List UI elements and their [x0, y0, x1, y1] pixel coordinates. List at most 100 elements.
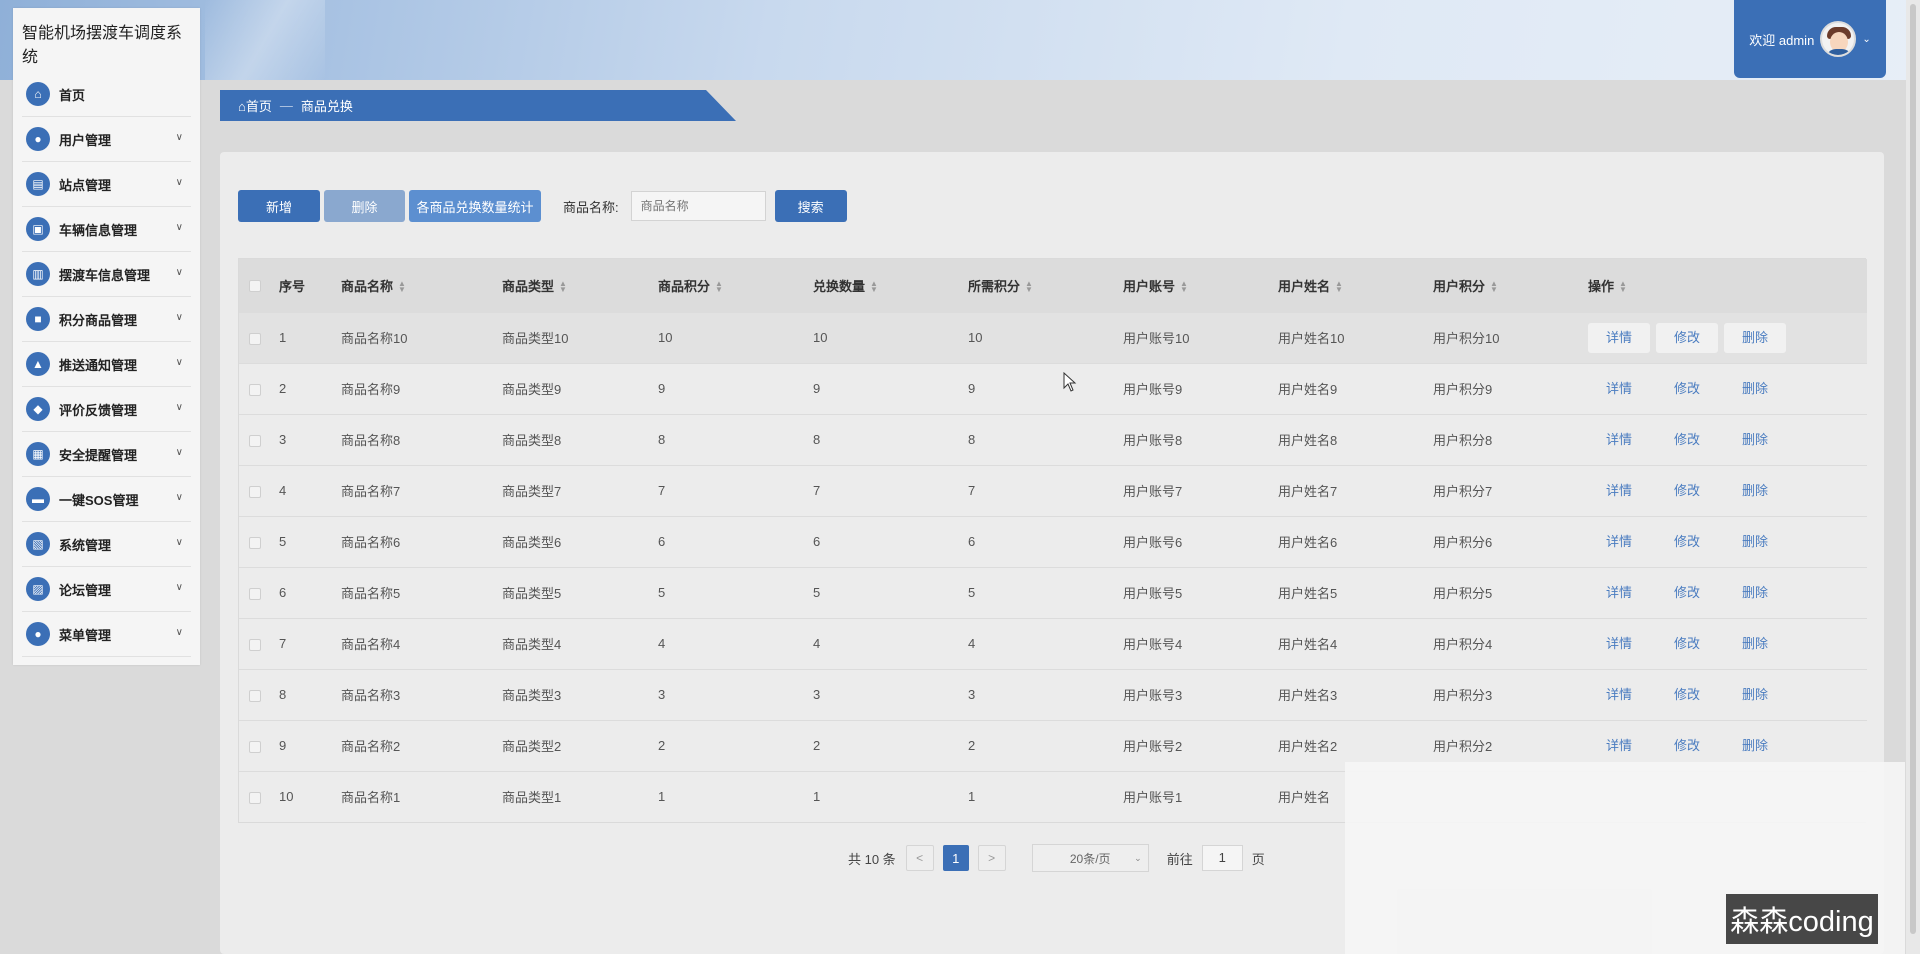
edit-button[interactable]: 修改 [1656, 527, 1718, 557]
delete-row-button[interactable]: 删除 [1724, 578, 1786, 608]
delete-row-button[interactable]: 删除 [1724, 731, 1786, 761]
sort-icon[interactable]: ▲ ▼ [870, 280, 878, 294]
sidebar-item-10[interactable]: ▧ 系统管理 ∨ [22, 522, 191, 567]
edit-button[interactable]: 修改 [1656, 731, 1718, 761]
sort-icon[interactable]: ▲ ▼ [1180, 280, 1188, 294]
col-header[interactable]: 兑换数量 ▲ ▼ [813, 259, 968, 312]
scrollbar-thumb[interactable] [1910, 4, 1916, 934]
stats-button[interactable]: 各商品兑换数量统计 [409, 190, 541, 222]
sidebar-item-12[interactable]: ● 菜单管理 ∨ [22, 612, 191, 657]
row-checkbox[interactable] [249, 689, 261, 702]
table-row[interactable]: 6 商品名称5 商品类型5 5 5 5 用户账号5 用户姓名5 用户积分5 详情 修改 删除 [239, 567, 1867, 618]
col-header[interactable]: 用户积分 ▲ ▼ [1433, 259, 1588, 312]
detail-button[interactable]: 详情 [1588, 731, 1650, 761]
sort-icon[interactable]: ▲ ▼ [398, 280, 406, 294]
row-checkbox[interactable] [249, 536, 261, 549]
goto-page-input[interactable]: 1 [1201, 845, 1243, 871]
col-header[interactable]: 所需积分 ▲ ▼ [968, 259, 1123, 312]
sidebar-item-0[interactable]: ⌂ 首页 [22, 72, 191, 117]
delete-row-button[interactable]: 删除 [1724, 322, 1786, 353]
sort-icon[interactable]: ▲ ▼ [1025, 280, 1033, 294]
detail-button[interactable]: 详情 [1588, 476, 1650, 506]
table-row[interactable]: 2 商品名称9 商品类型9 9 9 9 用户账号9 用户姓名9 用户积分9 详情 修改 删除 [239, 363, 1867, 414]
delete-row-button[interactable]: 删除 [1724, 680, 1786, 710]
row-checkbox[interactable] [249, 332, 261, 345]
col-header[interactable]: 操作 ▲ ▼ [1588, 259, 1867, 312]
sidebar-item-1[interactable]: ● 用户管理 ∨ [22, 117, 191, 162]
edit-button[interactable]: 修改 [1656, 680, 1718, 710]
sort-icon[interactable]: ▲ ▼ [1335, 280, 1343, 294]
table-cell: 商品类型6 [502, 535, 562, 550]
table-row[interactable]: 3 商品名称8 商品类型8 8 8 8 用户账号8 用户姓名8 用户积分8 详情 修改 删除 [239, 414, 1867, 465]
table-row[interactable]: 4 商品名称7 商品类型7 7 7 7 用户账号7 用户姓名7 用户积分7 详情 修改 删除 [239, 465, 1867, 516]
edit-button[interactable]: 修改 [1656, 425, 1718, 455]
page-scrollbar[interactable] [1906, 0, 1920, 954]
col-header[interactable]: 用户姓名 ▲ ▼ [1278, 259, 1433, 312]
detail-button[interactable]: 详情 [1588, 680, 1650, 710]
avatar[interactable] [1820, 21, 1857, 57]
sort-icon[interactable]: ▲ ▼ [1619, 280, 1627, 294]
row-checkbox[interactable] [249, 383, 261, 396]
row-checkbox[interactable] [249, 791, 261, 804]
sidebar-item-7[interactable]: ◆ 评价反馈管理 ∨ [22, 387, 191, 432]
sidebar-item-4[interactable]: ▥ 摆渡车信息管理 ∨ [22, 252, 191, 297]
search-button[interactable]: 搜索 [774, 190, 847, 222]
detail-button[interactable]: 详情 [1588, 322, 1650, 353]
sidebar-item-11[interactable]: ▨ 论坛管理 ∨ [22, 567, 191, 612]
edit-button[interactable]: 修改 [1656, 578, 1718, 608]
delete-row-button[interactable]: 删除 [1724, 374, 1786, 404]
chevron-down-icon[interactable]: ⌄ [1862, 34, 1870, 45]
breadcrumb-home[interactable]: 首页 [246, 99, 272, 114]
edit-button[interactable]: 修改 [1656, 374, 1718, 404]
sort-icon[interactable]: ▲ ▼ [559, 280, 567, 294]
search-input[interactable] [630, 191, 766, 221]
edit-button[interactable]: 修改 [1656, 476, 1718, 506]
sidebar-item-8[interactable]: ▦ 安全提醒管理 ∨ [22, 432, 191, 477]
delete-button[interactable]: 删除 [324, 190, 405, 222]
sidebar-item-2[interactable]: ▤ 站点管理 ∨ [22, 162, 191, 207]
table-row[interactable]: 5 商品名称6 商品类型6 6 6 6 用户账号6 用户姓名6 用户积分6 详情 修改 删除 [239, 516, 1867, 567]
detail-button[interactable]: 详情 [1588, 527, 1650, 557]
prev-page-button[interactable]: < [905, 845, 934, 871]
table-row[interactable]: 8 商品名称3 商品类型3 3 3 3 用户账号3 用户姓名3 用户积分3 详情 修改 删除 [239, 669, 1867, 720]
edit-button[interactable]: 修改 [1656, 629, 1718, 659]
col-header[interactable]: 商品名称 ▲ ▼ [341, 259, 502, 312]
forum-icon: ▨ [26, 577, 50, 601]
station-icon: ▤ [26, 172, 50, 196]
table-cell: 用户账号4 [1123, 637, 1183, 652]
col-header[interactable]: 商品类型 ▲ ▼ [502, 259, 658, 312]
detail-button[interactable]: 详情 [1588, 425, 1650, 455]
table-row[interactable]: 1 商品名称10 商品类型10 10 10 10 用户账号10 用户姓名10 用户积分10 详情修… [239, 312, 1867, 363]
delete-row-button[interactable]: 删除 [1724, 629, 1786, 659]
delete-row-button[interactable]: 删除 [1724, 476, 1786, 506]
edit-button[interactable]: 修改 [1656, 322, 1718, 353]
sidebar-item-9[interactable]: ▬ 一键SOS管理 ∨ [22, 477, 191, 522]
sidebar-item-3[interactable]: ▣ 车辆信息管理 ∨ [22, 207, 191, 252]
detail-button[interactable]: 详情 [1588, 629, 1650, 659]
col-header: 序号 [279, 278, 306, 294]
row-checkbox[interactable] [249, 485, 261, 498]
detail-button[interactable]: 详情 [1588, 374, 1650, 404]
col-header[interactable]: 商品积分 ▲ ▼ [658, 259, 813, 312]
next-page-button[interactable]: > [977, 845, 1006, 871]
add-button[interactable]: 新增 [238, 190, 320, 222]
delete-row-button[interactable]: 删除 [1724, 425, 1786, 455]
home-icon[interactable]: ⌂首页 [238, 96, 272, 115]
sidebar-item-5[interactable]: ■ 积分商品管理 ∨ [22, 297, 191, 342]
user-menu[interactable]: 欢迎 admin ⌄ [1734, 0, 1886, 78]
sort-icon[interactable]: ▲ ▼ [1490, 280, 1498, 294]
row-checkbox[interactable] [249, 638, 261, 651]
row-checkbox[interactable] [249, 434, 261, 447]
page-1-button[interactable]: 1 [942, 845, 969, 871]
table-row[interactable]: 7 商品名称4 商品类型4 4 4 4 用户账号4 用户姓名4 用户积分4 详情 修改 删除 [239, 618, 1867, 669]
sidebar-item-6[interactable]: ▲ 推送通知管理 ∨ [22, 342, 191, 387]
select-all-checkbox[interactable] [249, 280, 261, 293]
col-header[interactable]: 用户账号 ▲ ▼ [1123, 259, 1278, 312]
page-size-select[interactable]: 20条/页 ⌄ [1031, 844, 1149, 872]
row-checkbox[interactable] [249, 740, 261, 753]
row-checkbox[interactable] [249, 587, 261, 600]
detail-button[interactable]: 详情 [1588, 578, 1650, 608]
sort-icon[interactable]: ▲ ▼ [715, 280, 723, 294]
delete-row-button[interactable]: 删除 [1724, 527, 1786, 557]
home-icon: ⌂ [26, 82, 50, 106]
